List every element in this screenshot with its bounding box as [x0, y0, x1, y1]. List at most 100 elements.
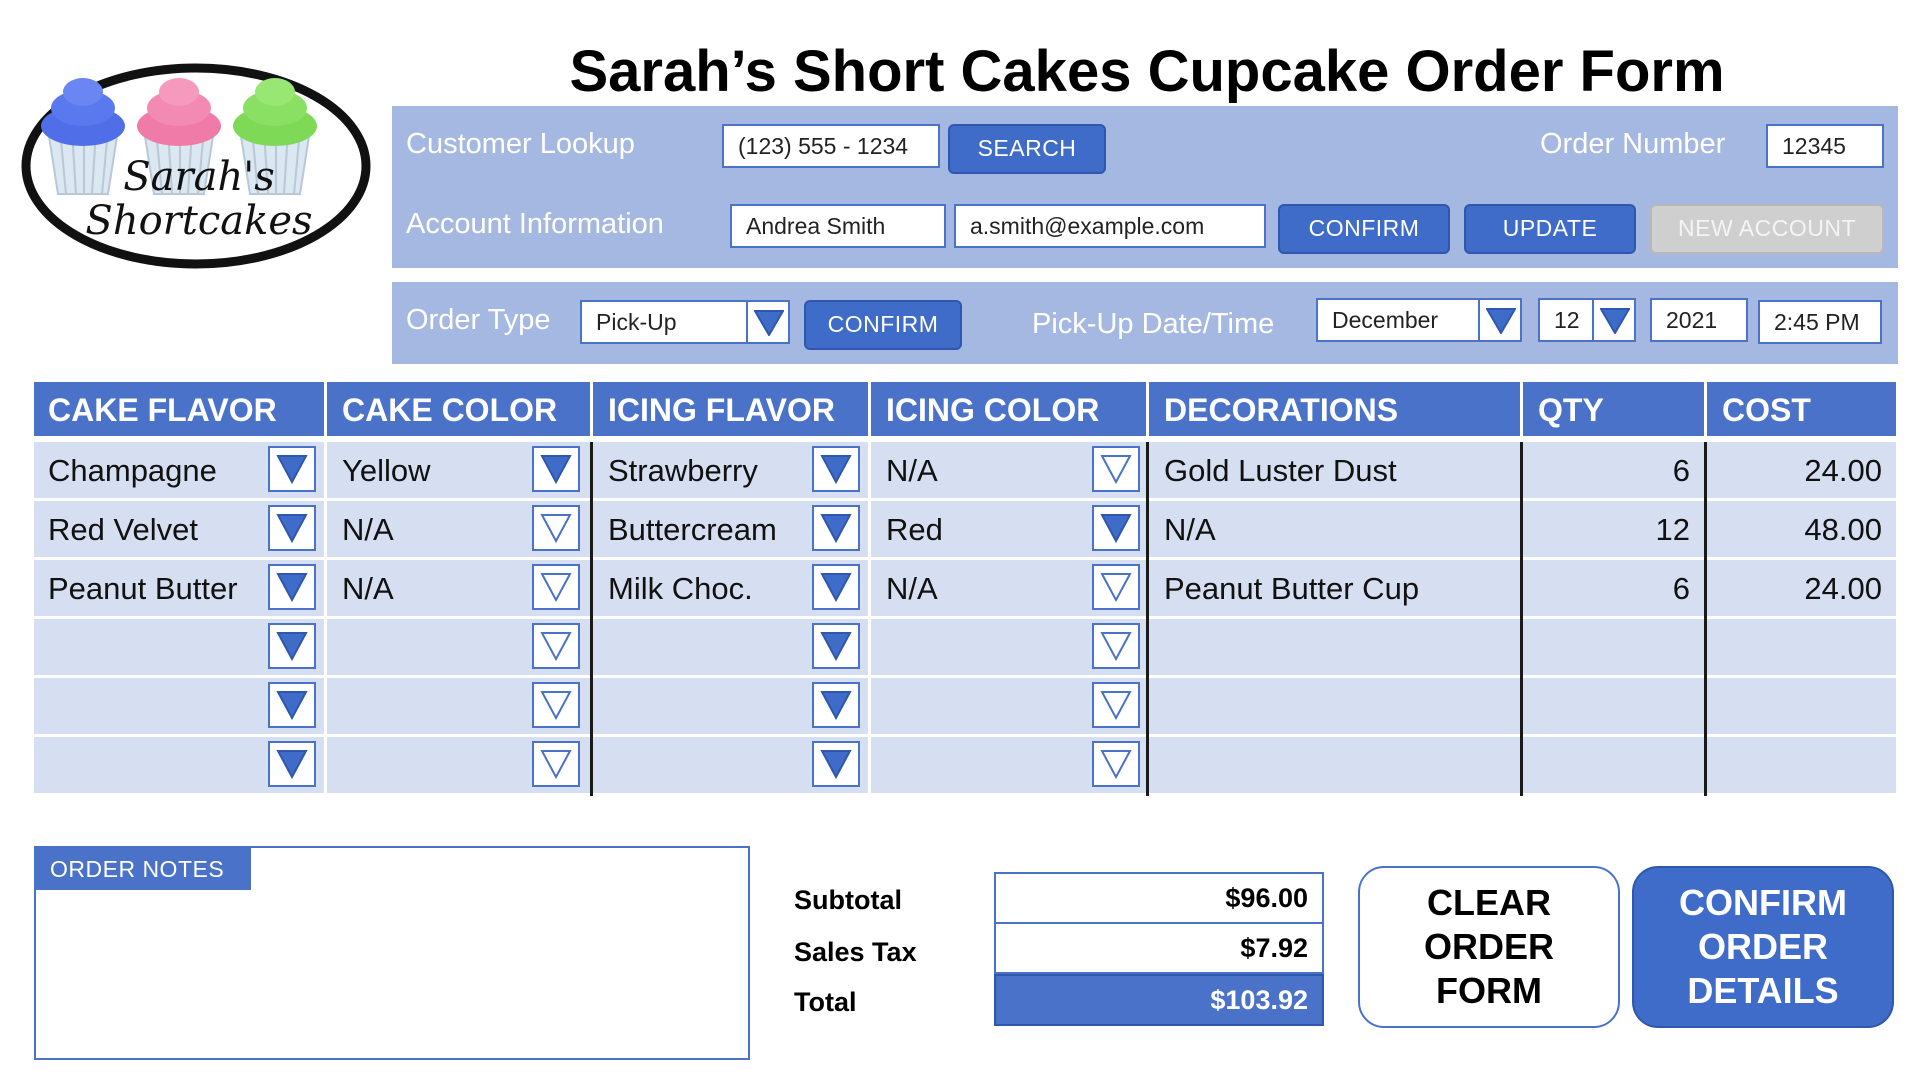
cake-flavor-dropdown-button[interactable] [268, 564, 316, 610]
chevron-down-icon [276, 691, 308, 720]
chevron-down-outline-icon [540, 573, 572, 602]
column-divider [590, 442, 593, 501]
pickup-month-select[interactable]: December [1316, 298, 1484, 342]
column-divider [868, 442, 871, 501]
logo-graphic: Sarah's Shortcakes [21, 63, 371, 269]
cell-decorations: Peanut Butter Cup [1164, 571, 1420, 606]
svg-text:Shortcakes: Shortcakes [85, 198, 312, 244]
confirm-order-details-label: CONFIRM ORDER DETAILS [1679, 882, 1847, 1011]
account-name-field[interactable]: Andrea Smith [730, 204, 946, 248]
icing-color-dropdown-button[interactable] [1092, 741, 1140, 787]
order-number-field[interactable]: 12345 [1766, 124, 1884, 168]
column-divider [1146, 737, 1149, 796]
table-row [34, 678, 1896, 737]
header-cake-flavor: CAKE FLAVOR [48, 392, 277, 428]
icing-color-dropdown-button[interactable] [1092, 682, 1140, 728]
clear-order-form-button[interactable]: CLEAR ORDER FORM [1358, 866, 1620, 1028]
icing-color-dropdown-button[interactable] [1092, 564, 1140, 610]
chevron-down-icon [1100, 514, 1132, 543]
chevron-down-icon [276, 750, 308, 779]
cell-cost [1708, 737, 1896, 793]
pickup-year-field[interactable]: 2021 [1650, 298, 1748, 342]
column-divider [868, 501, 871, 560]
new-account-button[interactable]: NEW ACCOUNT [1650, 204, 1884, 254]
cell-cost: 48.00 [1804, 512, 1882, 547]
pickup-time-field[interactable]: 2:45 PM [1758, 300, 1882, 344]
order-notes-label: ORDER NOTES [36, 848, 251, 890]
cake-flavor-dropdown-button[interactable] [268, 741, 316, 787]
cell-cost: 24.00 [1804, 453, 1882, 488]
order-number-label: Order Number [1540, 128, 1726, 160]
table-row [34, 619, 1896, 678]
cell-qty: 12 [1655, 512, 1690, 547]
day-dropdown-button[interactable] [1592, 298, 1636, 342]
search-button[interactable]: SEARCH [948, 124, 1106, 174]
cake-flavor-dropdown-button[interactable] [268, 682, 316, 728]
confirm-order-type-button[interactable]: CONFIRM [804, 300, 962, 350]
confirm-account-button[interactable]: CONFIRM [1278, 204, 1450, 254]
header-icing-flavor: ICING FLAVOR [608, 392, 835, 428]
column-divider [1520, 737, 1523, 796]
chevron-down-outline-icon [540, 514, 572, 543]
account-information-label: Account Information [406, 208, 664, 240]
header-qty: QTY [1538, 392, 1604, 428]
icing-flavor-dropdown-button[interactable] [812, 564, 860, 610]
icing-flavor-dropdown-button[interactable] [812, 682, 860, 728]
order-type-dropdown-button[interactable] [746, 300, 790, 344]
order-type-select[interactable]: Pick-Up [580, 300, 752, 344]
column-divider [1704, 678, 1707, 737]
header-divider [1704, 382, 1707, 436]
column-divider [590, 678, 593, 737]
chevron-down-icon [1600, 308, 1630, 334]
column-divider [1704, 442, 1707, 501]
icing-flavor-dropdown-button[interactable] [812, 741, 860, 787]
column-divider [1520, 442, 1523, 501]
month-dropdown-button[interactable] [1478, 298, 1522, 342]
confirm-order-details-button[interactable]: CONFIRM ORDER DETAILS [1632, 866, 1894, 1028]
total-label: Total [794, 987, 857, 1017]
icing-color-dropdown-button[interactable] [1092, 623, 1140, 669]
subtotal-label: Subtotal [794, 885, 902, 915]
table-row [34, 737, 1896, 796]
icing-flavor-dropdown-button[interactable] [812, 623, 860, 669]
icing-color-dropdown-button[interactable] [1092, 446, 1140, 492]
chevron-down-icon [820, 573, 852, 602]
icing-color-dropdown-button[interactable] [1092, 505, 1140, 551]
cake-color-dropdown-button[interactable] [532, 741, 580, 787]
cell-qty: 6 [1672, 571, 1690, 606]
cake-flavor-dropdown-button[interactable] [268, 623, 316, 669]
order-notes-input[interactable] [36, 890, 748, 1058]
column-divider [1704, 619, 1707, 678]
account-email-field[interactable]: a.smith@example.com [954, 204, 1266, 248]
table-row: Red Velvet N/A Buttercream Red N/A 12 48.00 [34, 501, 1896, 560]
cake-flavor-dropdown-button[interactable] [268, 446, 316, 492]
header-divider [1520, 382, 1523, 436]
order-type-panel: Order Type Pick-Up CONFIRM Pick-Up Date/… [392, 282, 1898, 364]
phone-lookup-input[interactable]: (123) 555 - 1234 [722, 124, 940, 168]
column-divider [324, 737, 327, 796]
cake-color-dropdown-button[interactable] [532, 505, 580, 551]
column-divider [324, 678, 327, 737]
icing-flavor-dropdown-button[interactable] [812, 446, 860, 492]
cell-qty: 6 [1672, 453, 1690, 488]
pickup-day-select[interactable]: 12 [1538, 298, 1598, 342]
cell-decorations: Gold Luster Dust [1164, 453, 1397, 488]
cake-color-dropdown-button[interactable] [532, 682, 580, 728]
svg-text:Sarah's: Sarah's [123, 154, 275, 200]
chevron-down-outline-icon [540, 750, 572, 779]
update-account-button[interactable]: UPDATE [1464, 204, 1636, 254]
column-divider [868, 560, 871, 619]
cake-flavor-dropdown-button[interactable] [268, 505, 316, 551]
column-divider [868, 678, 871, 737]
icing-flavor-dropdown-button[interactable] [812, 505, 860, 551]
chevron-down-icon [820, 514, 852, 543]
header-icing-color: ICING COLOR [886, 392, 1100, 428]
cake-color-dropdown-button[interactable] [532, 446, 580, 492]
column-divider [324, 442, 327, 501]
cake-color-dropdown-button[interactable] [532, 623, 580, 669]
chevron-down-icon [820, 750, 852, 779]
column-divider [1146, 560, 1149, 619]
chevron-down-icon [820, 691, 852, 720]
cake-color-dropdown-button[interactable] [532, 564, 580, 610]
order-notes-box: ORDER NOTES [34, 846, 750, 1060]
